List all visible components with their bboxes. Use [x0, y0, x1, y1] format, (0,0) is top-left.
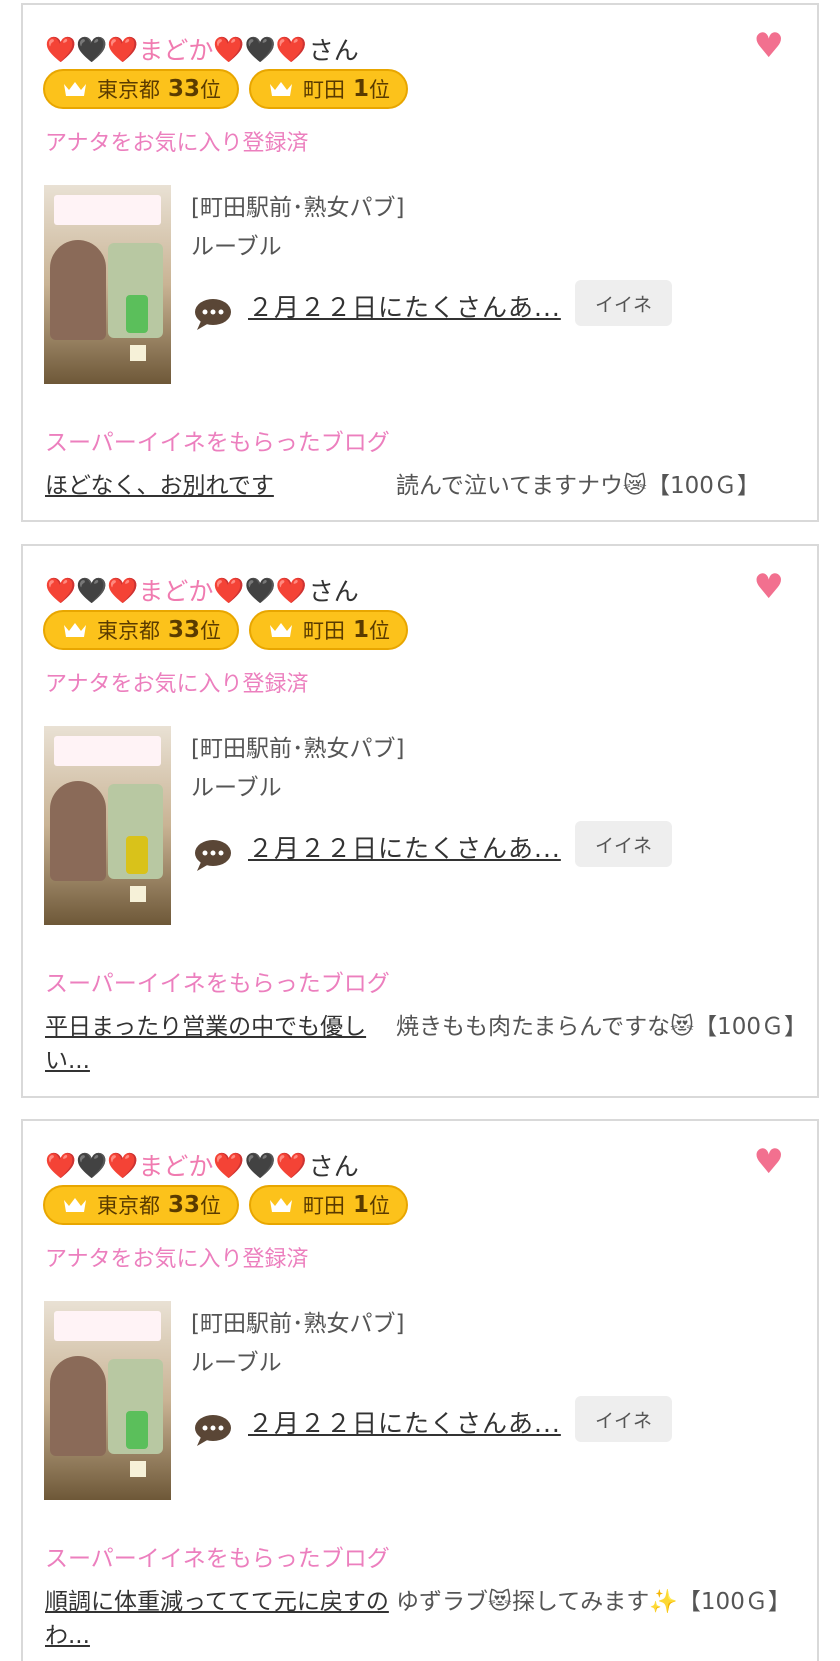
heart-icon[interactable]: ♥: [754, 1145, 784, 1179]
honorific: さん: [308, 577, 359, 606]
heart-emoji-group: ❤️🖤❤️: [213, 575, 307, 605]
shop-name: ルーブル: [191, 234, 282, 260]
shop-area: [町田駅前･熟女パブ]: [191, 1311, 405, 1337]
shop-area: [町田駅前･熟女パブ]: [191, 736, 405, 762]
rank-badges: 東京都 33 位 町田 1 位: [43, 69, 409, 109]
favorite-status: アナタをお気に入り登録済: [45, 672, 309, 697]
rank-badge-machida: 町田 1 位: [249, 69, 409, 109]
badge-rank: 33: [168, 1192, 201, 1218]
rank-badges: 東京都 33 位 町田 1 位: [43, 610, 409, 650]
heart-emoji-group: ❤️🖤❤️: [213, 1150, 307, 1180]
rank-badge-tokyo: 東京都 33 位: [43, 610, 240, 650]
heart-emoji-group: ❤️🖤❤️: [213, 34, 307, 64]
badge-unit: 位: [369, 78, 391, 102]
honorific: さん: [308, 36, 359, 65]
heart-icon[interactable]: ♥: [754, 570, 784, 604]
super-blog-link[interactable]: ほどなく、お別れです: [45, 469, 395, 503]
badge-unit: 位: [369, 619, 391, 643]
girl-name[interactable]: ❤️🖤❤️ まどか ❤️🖤❤️ さん: [45, 29, 359, 69]
blog-link[interactable]: ２月２２日にたくさんあ...: [248, 1404, 561, 1440]
blog-card: ❤️🖤❤️ まどか ❤️🖤❤️ さん ♥ 東京都 33 位 町田 1 位 アナタ…: [21, 1119, 819, 1661]
shop-name: ルーブル: [191, 775, 282, 801]
badge-area: 東京都: [97, 619, 160, 643]
heart-emoji-group: ❤️🖤❤️: [45, 1150, 139, 1180]
super-comment: 読んで泣いてますナウ😿【100Ｇ】: [396, 473, 760, 499]
girl-name-text: まどか: [138, 36, 214, 65]
crown-icon: [270, 623, 293, 637]
blog-link[interactable]: ２月２２日にたくさんあ...: [248, 829, 561, 865]
badge-unit: 位: [200, 619, 222, 643]
badge-area: 東京都: [97, 78, 160, 102]
rank-badges: 東京都 33 位 町田 1 位: [43, 1185, 409, 1225]
blog-card: ❤️🖤❤️ まどか ❤️🖤❤️ さん ♥ 東京都 33 位 町田 1 位 アナタ…: [21, 3, 819, 522]
heart-icon[interactable]: ♥: [754, 29, 784, 63]
blog-thumbnail[interactable]: [44, 1301, 171, 1500]
blog-thumbnail[interactable]: [44, 185, 171, 384]
girl-name-text: まどか: [138, 1152, 214, 1181]
badge-rank: 1: [353, 1192, 370, 1218]
super-comment: 焼きもも肉たまらんですな😻【100Ｇ】: [396, 1014, 808, 1040]
shop-area: [町田駅前･熟女パブ]: [191, 195, 405, 221]
comment-icon: [195, 299, 231, 330]
badge-unit: 位: [369, 1194, 391, 1218]
comment-icon: [195, 1415, 231, 1446]
shop-name: ルーブル: [191, 1350, 282, 1376]
heart-emoji-group: ❤️🖤❤️: [45, 34, 139, 64]
heart-emoji-group: ❤️🖤❤️: [45, 575, 139, 605]
badge-rank: 33: [168, 76, 201, 102]
badge-area: 町田: [303, 1194, 346, 1218]
rank-badge-tokyo: 東京都 33 位: [43, 1185, 240, 1225]
badge-unit: 位: [200, 1194, 222, 1218]
crown-icon: [270, 82, 293, 96]
badge-area: 町田: [303, 619, 346, 643]
super-blog-link[interactable]: 順調に体重減っててて元に戻すのわ...: [45, 1585, 395, 1653]
comment-icon: [195, 840, 231, 871]
super-blog-link[interactable]: 平日まったり営業の中でも優しい...: [45, 1010, 395, 1078]
super-iine-label: スーパーイイネをもらったブログ: [45, 430, 390, 456]
favorite-status: アナタをお気に入り登録済: [45, 1247, 309, 1272]
girl-name[interactable]: ❤️🖤❤️ まどか ❤️🖤❤️ さん: [45, 1145, 359, 1185]
blog-card: ❤️🖤❤️ まどか ❤️🖤❤️ さん ♥ 東京都 33 位 町田 1 位 アナタ…: [21, 544, 819, 1098]
badge-area: 町田: [303, 78, 346, 102]
badge-rank: 1: [353, 76, 370, 102]
badge-unit: 位: [200, 78, 222, 102]
blog-thumbnail[interactable]: [44, 726, 171, 925]
favorite-status: アナタをお気に入り登録済: [45, 131, 309, 156]
girl-name-text: まどか: [138, 577, 214, 606]
badge-rank: 1: [353, 617, 370, 643]
iine-button[interactable]: イイネ: [575, 280, 672, 326]
rank-badge-machida: 町田 1 位: [249, 1185, 409, 1225]
badge-rank: 33: [168, 617, 201, 643]
rank-badge-machida: 町田 1 位: [249, 610, 409, 650]
badge-area: 東京都: [97, 1194, 160, 1218]
super-iine-label: スーパーイイネをもらったブログ: [45, 971, 390, 997]
honorific: さん: [308, 1152, 359, 1181]
crown-icon: [64, 82, 86, 96]
iine-button[interactable]: イイネ: [575, 821, 672, 867]
iine-button[interactable]: イイネ: [575, 1396, 672, 1442]
crown-icon: [64, 1198, 86, 1212]
crown-icon: [270, 1198, 293, 1212]
super-iine-label: スーパーイイネをもらったブログ: [45, 1546, 390, 1572]
girl-name[interactable]: ❤️🖤❤️ まどか ❤️🖤❤️ さん: [45, 570, 359, 610]
rank-badge-tokyo: 東京都 33 位: [43, 69, 240, 109]
crown-icon: [64, 623, 86, 637]
blog-link[interactable]: ２月２２日にたくさんあ...: [248, 288, 561, 324]
super-comment: ゆずラブ😻探してみます✨【100Ｇ】: [396, 1589, 791, 1615]
